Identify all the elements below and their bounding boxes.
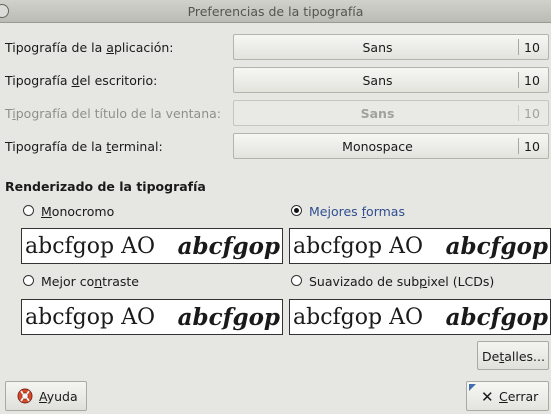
terminal-font-label: Tipografía de la terminal: <box>5 139 163 154</box>
font-size: 10 <box>524 73 540 88</box>
close-button-label: Cerrar <box>499 389 539 404</box>
sample-text: abcfgop AO <box>293 234 423 259</box>
font-size: 10 <box>524 40 540 55</box>
desktop-font-button[interactable]: Sans 10 <box>233 67 549 93</box>
application-font-button[interactable]: Sans 10 <box>233 34 549 60</box>
font-name: Sans <box>362 73 393 88</box>
sample-text: abcfgop AO <box>25 234 155 259</box>
font-size: 10 <box>524 106 540 121</box>
window-title: Preferencias de la tipografía <box>187 4 364 19</box>
window-title-font-button: Sans 10 <box>233 100 549 126</box>
title-bar[interactable]: Preferencias de la tipografía <box>0 0 551 23</box>
rendering-section-title: Renderizado de la tipografía <box>5 179 206 194</box>
monochrome-label[interactable]: Monocromo <box>41 204 114 219</box>
sample-bold-text: abcfgop <box>177 304 280 331</box>
separator <box>518 105 519 121</box>
default-corner-icon <box>469 384 476 391</box>
best-shapes-label[interactable]: Mejores formas <box>309 204 405 219</box>
sample-bold-text: abcfgop <box>177 233 280 260</box>
font-name: Sans <box>360 106 395 121</box>
radio-selected-dot <box>294 208 299 213</box>
subpixel-preview[interactable]: abcfgop AO abcfgop <box>289 299 551 335</box>
help-icon <box>17 388 33 404</box>
font-name: Sans <box>362 40 393 55</box>
help-button[interactable]: Ayuda <box>5 381 87 411</box>
details-button[interactable]: Detalles... <box>477 341 549 370</box>
monochrome-preview[interactable]: abcfgop AO abcfgop <box>21 228 283 264</box>
close-icon: ✕ <box>481 388 494 406</box>
best-shapes-radio[interactable] <box>291 205 302 216</box>
separator <box>518 39 519 55</box>
best-contrast-radio[interactable] <box>23 275 34 286</box>
sample-bold-text: abcfgop <box>445 233 548 260</box>
font-name: Monospace <box>342 139 413 154</box>
desktop-font-label: Tipografía del escritorio: <box>5 73 158 88</box>
best-contrast-label[interactable]: Mejor contraste <box>41 274 139 289</box>
subpixel-radio[interactable] <box>291 275 302 286</box>
monochrome-radio[interactable] <box>23 205 34 216</box>
sample-bold-text: abcfgop <box>445 304 548 331</box>
window-title-font-label: Tipografía del título de la ventana: <box>5 106 222 121</box>
help-button-label: Ayuda <box>39 389 78 404</box>
subpixel-label[interactable]: Suavizado de subpixel (LCDs) <box>309 274 494 289</box>
application-font-label: Tipografía de la aplicación: <box>5 40 174 55</box>
best-shapes-preview[interactable]: abcfgop AO abcfgop <box>289 228 551 264</box>
separator <box>518 72 519 88</box>
separator <box>518 138 519 154</box>
sample-text: abcfgop AO <box>25 305 155 330</box>
font-size: 10 <box>524 139 540 154</box>
sample-text: abcfgop AO <box>293 305 423 330</box>
details-button-label: Detalles... <box>482 349 545 364</box>
close-button[interactable]: ✕ Cerrar <box>466 381 549 411</box>
terminal-font-button[interactable]: Monospace 10 <box>233 133 549 159</box>
best-contrast-preview[interactable]: abcfgop AO abcfgop <box>21 299 283 335</box>
